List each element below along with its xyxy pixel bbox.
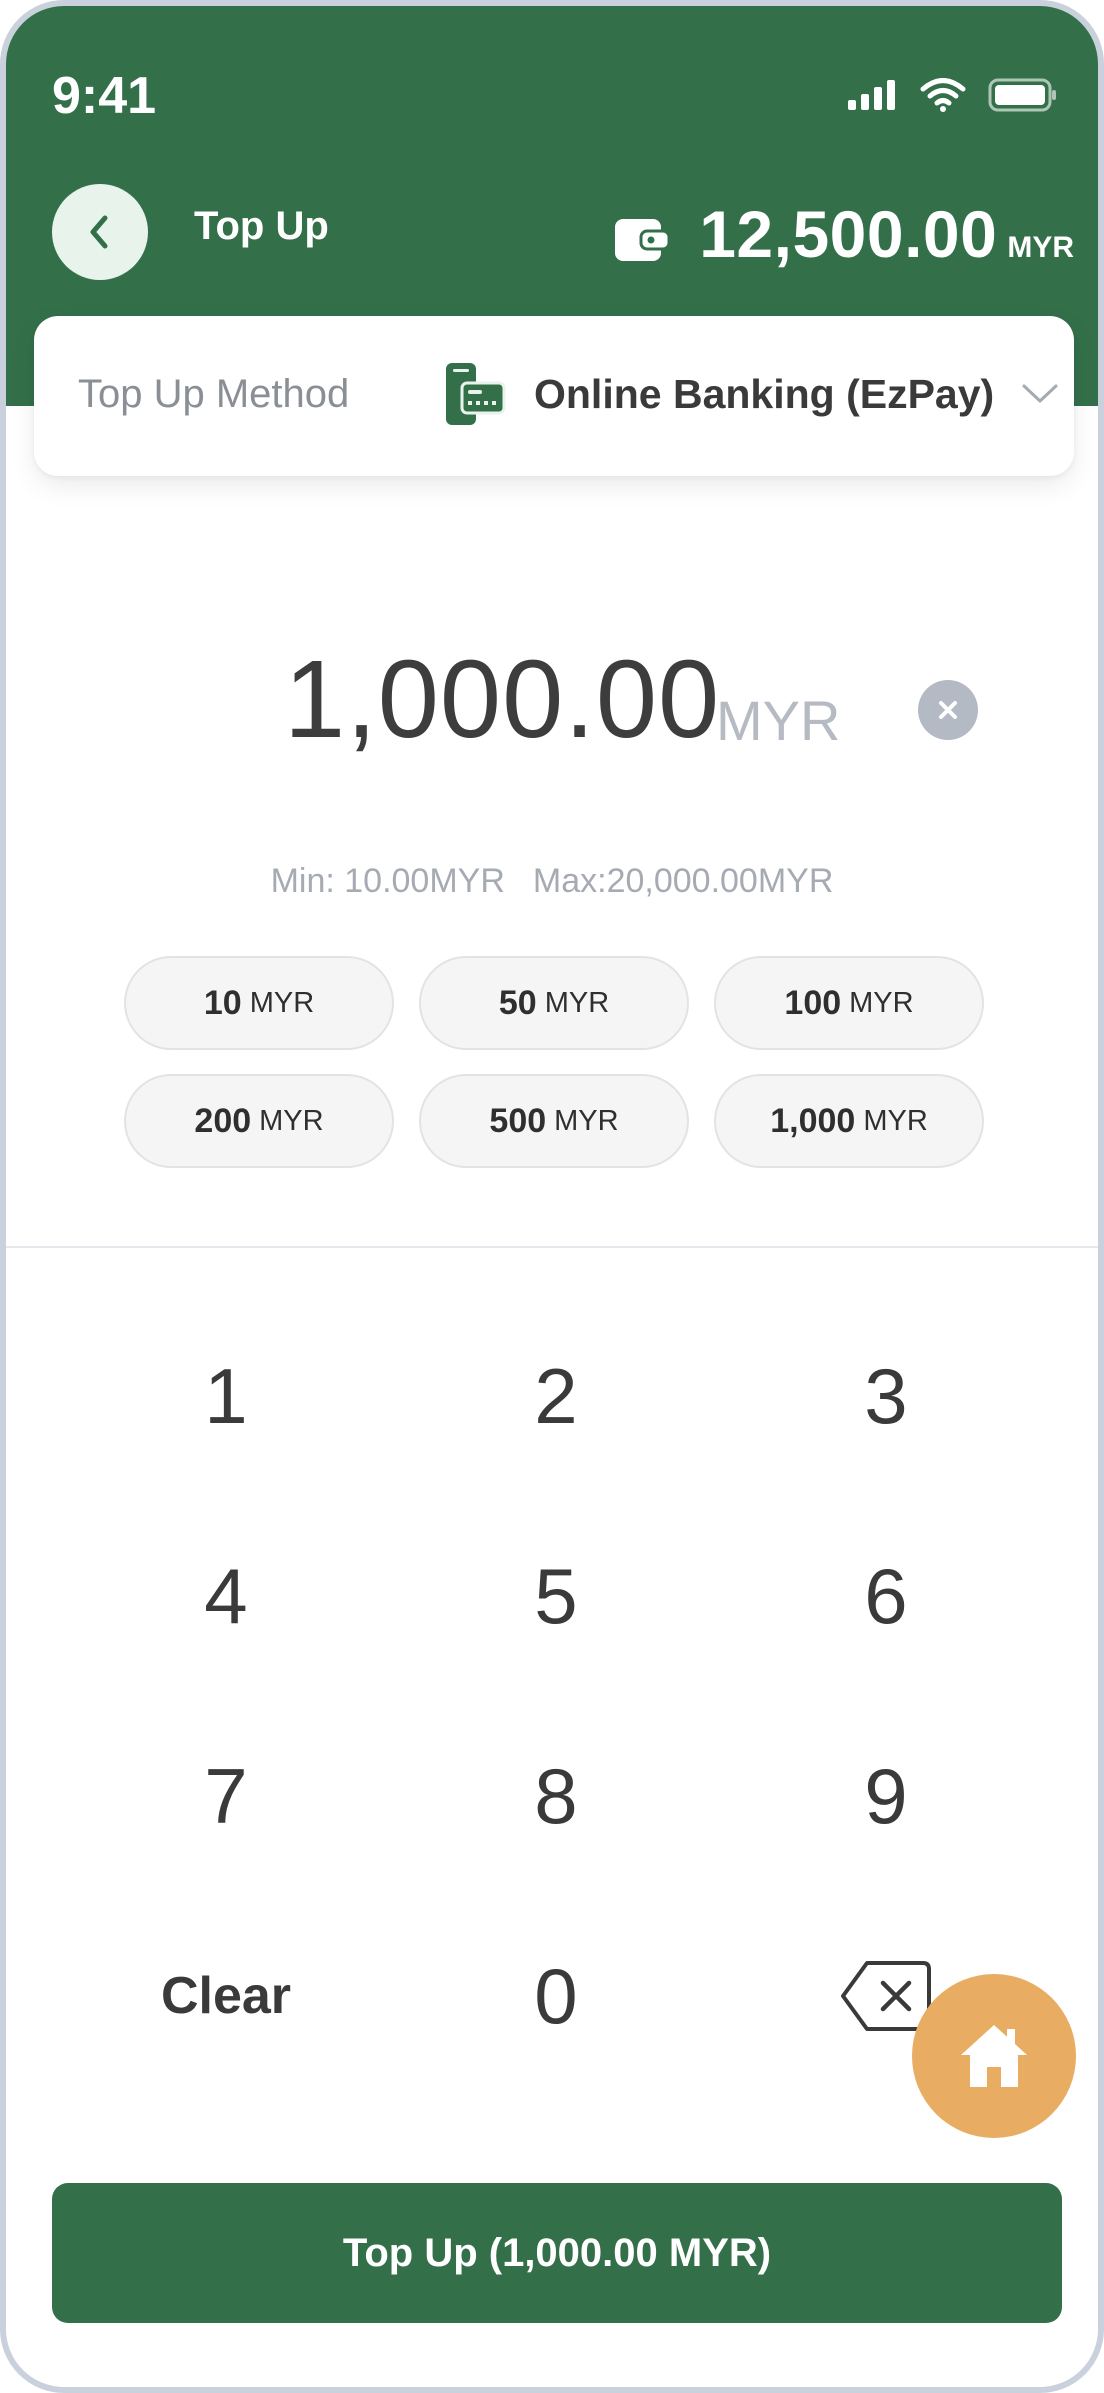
- amount-display: 1,000.00 MYR: [6, 636, 1098, 776]
- min-limit: Min: 10.00MYR: [270, 862, 505, 900]
- key-9[interactable]: 9: [736, 1716, 1036, 1876]
- chevron-down-icon: [1022, 384, 1058, 403]
- quick-amount-chip[interactable]: 100 MYR: [714, 956, 984, 1050]
- quick-amount-chip[interactable]: 50 MYR: [419, 956, 689, 1050]
- app-bar: Top Up 12,500.00 MYR: [6, 176, 1098, 286]
- key-3[interactable]: 3: [736, 1316, 1036, 1476]
- chip-value: 500: [489, 1101, 547, 1140]
- amount-limits: Min: 10.00MYR Max:20,000.00MYR: [6, 862, 1098, 901]
- chip-currency: MYR: [849, 986, 914, 1019]
- key-8[interactable]: 8: [406, 1716, 706, 1876]
- cellular-signal-icon: [848, 80, 895, 110]
- chip-currency: MYR: [249, 986, 315, 1019]
- home-fab-button[interactable]: [912, 1974, 1076, 2138]
- key-5[interactable]: 5: [406, 1516, 706, 1676]
- quick-amount-chips: 10 MYR 50 MYR 100 MYR 200 MYR 500 MYR 1,000 MY…: [124, 956, 992, 1168]
- wallet-balance: 12,500.00 MYR: [613, 196, 1074, 272]
- chip-value: 1,000: [770, 1101, 856, 1140]
- balance-currency: MYR: [1007, 231, 1074, 264]
- key-4[interactable]: 4: [76, 1516, 376, 1676]
- page-title: Top Up: [194, 204, 329, 248]
- top-up-method-card: Top Up Method Online Banking (EzPay): [34, 316, 1074, 476]
- amount-currency: MYR: [716, 689, 841, 752]
- max-limit: Max:20,000.00MYR: [532, 862, 834, 900]
- online-banking-icon: [446, 363, 506, 425]
- quick-amount-chip[interactable]: 500 MYR: [419, 1074, 689, 1168]
- home-icon: [961, 2025, 1027, 2087]
- top-up-method-label: Top Up Method: [78, 372, 350, 416]
- battery-icon: [988, 78, 1056, 112]
- top-up-method-dropdown[interactable]: Online Banking (EzPay): [444, 354, 1060, 434]
- chip-currency: MYR: [259, 1104, 324, 1137]
- wallet-icon: [613, 215, 671, 268]
- chip-value: 50: [498, 983, 537, 1022]
- clear-amount-button[interactable]: [918, 680, 978, 740]
- back-button[interactable]: [52, 184, 148, 280]
- status-time: 9:41: [52, 67, 157, 125]
- wifi-icon: [920, 78, 966, 112]
- key-clear[interactable]: Clear: [76, 1916, 376, 2076]
- amount-value: 1,000.00: [284, 638, 721, 761]
- quick-amount-chip[interactable]: 200 MYR: [124, 1074, 394, 1168]
- chip-currency: MYR: [863, 1104, 928, 1137]
- top-up-submit-button[interactable]: Top Up (1,000.00 MYR): [52, 2183, 1062, 2323]
- chip-value: 10: [203, 983, 242, 1022]
- key-0[interactable]: 0: [406, 1916, 706, 2076]
- chip-value: 200: [194, 1101, 252, 1140]
- key-7[interactable]: 7: [76, 1716, 376, 1876]
- status-bar: 9:41: [6, 6, 1098, 186]
- balance-amount: 12,500.00: [699, 197, 998, 271]
- chip-value: 100: [784, 983, 842, 1022]
- status-icons: [848, 78, 1058, 112]
- keypad-divider: [6, 1246, 1098, 1248]
- close-icon: [939, 701, 957, 719]
- quick-amount-chip[interactable]: 1,000 MYR: [714, 1074, 984, 1168]
- key-6[interactable]: 6: [736, 1516, 1036, 1676]
- chip-currency: MYR: [544, 986, 610, 1019]
- chevron-left-icon: [90, 215, 108, 249]
- key-1[interactable]: 1: [76, 1316, 376, 1476]
- chip-currency: MYR: [554, 1104, 619, 1137]
- phone-frame: 9:41 Top Up 12,500.00 MYR Top Up Method …: [0, 0, 1104, 2393]
- key-2[interactable]: 2: [406, 1316, 706, 1476]
- quick-amount-chip[interactable]: 10 MYR: [124, 956, 394, 1050]
- top-up-method-value: Online Banking (EzPay): [534, 370, 995, 417]
